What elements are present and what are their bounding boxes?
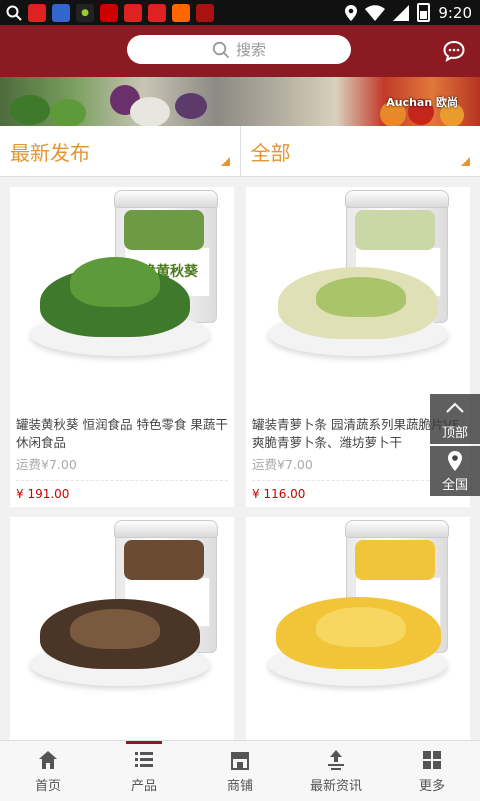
- product-card[interactable]: [246, 517, 470, 740]
- news-icon: [325, 749, 347, 771]
- battery-icon: [417, 3, 430, 22]
- filter-category-label: 全部: [251, 137, 291, 166]
- nav-more[interactable]: 更多: [384, 741, 480, 801]
- back-to-top-label: 顶部: [442, 422, 468, 441]
- dropdown-corner-icon: [221, 157, 230, 166]
- store-icon: [229, 749, 251, 771]
- app-icon-6: [148, 4, 166, 22]
- status-time: 9:20: [438, 4, 472, 22]
- product-grid: 爽脆黄秋葵 罐装黄秋葵 恒润食品 特色零食 果蔬干 休闲食品 运费¥7.00 ¥…: [0, 177, 480, 740]
- nav-news-label: 最新资讯: [310, 775, 362, 794]
- promo-banner[interactable]: Auchan 欧尚: [0, 77, 480, 126]
- search-icon: [212, 41, 230, 59]
- list-icon: [133, 749, 155, 771]
- nav-home[interactable]: 首页: [0, 741, 96, 801]
- home-icon: [37, 749, 59, 771]
- product-image: [246, 187, 470, 407]
- nav-more-label: 更多: [419, 775, 445, 794]
- product-image: 爽脆黄秋葵: [10, 187, 234, 407]
- product-card[interactable]: [10, 517, 234, 740]
- location-pin-icon: [444, 450, 466, 472]
- status-bar: ● 9:20: [0, 0, 480, 25]
- nav-products-label: 产品: [131, 775, 157, 794]
- product-image: [246, 517, 470, 737]
- location-icon: [345, 5, 357, 21]
- chat-bubble-icon[interactable]: [442, 39, 466, 63]
- nav-stores-label: 商铺: [227, 775, 253, 794]
- android-icon: ●: [76, 4, 94, 22]
- grid-icon: [421, 749, 443, 771]
- filter-latest-label: 最新发布: [10, 137, 90, 166]
- product-image: [10, 517, 234, 737]
- app-icon-1: [28, 4, 46, 22]
- search-input[interactable]: 搜索: [127, 35, 351, 64]
- region-label: 全国: [442, 474, 468, 493]
- nav-stores[interactable]: 商铺: [192, 741, 288, 801]
- bottom-nav: 首页 产品 商铺 最新资讯 更多: [0, 740, 480, 801]
- filter-bar: 最新发布 全部: [0, 126, 480, 177]
- wifi-icon: [365, 5, 385, 21]
- signal-icon: [393, 5, 409, 21]
- nav-news[interactable]: 最新资讯: [288, 741, 384, 801]
- app-icon-8: [196, 4, 214, 22]
- dropdown-corner-icon: [461, 157, 470, 166]
- product-price: ¥ 191.00: [16, 487, 228, 507]
- chevron-up-icon: [444, 398, 466, 420]
- nav-products[interactable]: 产品: [96, 741, 192, 801]
- taobao-icon: [172, 4, 190, 22]
- back-to-top-button[interactable]: 顶部: [430, 394, 480, 444]
- baidu-icon: [52, 4, 70, 22]
- search-placeholder: 搜索: [236, 39, 266, 60]
- filter-category[interactable]: 全部: [241, 126, 480, 176]
- search-icon: [6, 5, 22, 21]
- app-header: 搜索: [0, 25, 480, 77]
- app-icon-4: [100, 4, 118, 22]
- product-card[interactable]: 爽脆黄秋葵 罐装黄秋葵 恒润食品 特色零食 果蔬干 休闲食品 运费¥7.00 ¥…: [10, 187, 234, 507]
- product-title: 罐装黄秋葵 恒润食品 特色零食 果蔬干 休闲食品: [16, 416, 228, 452]
- product-shipping: 运费¥7.00: [16, 454, 228, 474]
- region-button[interactable]: 全国: [430, 446, 480, 496]
- app-icon-5: [124, 4, 142, 22]
- nav-home-label: 首页: [35, 775, 61, 794]
- banner-brand-text: Auchan 欧尚: [386, 94, 458, 110]
- filter-latest[interactable]: 最新发布: [0, 126, 241, 176]
